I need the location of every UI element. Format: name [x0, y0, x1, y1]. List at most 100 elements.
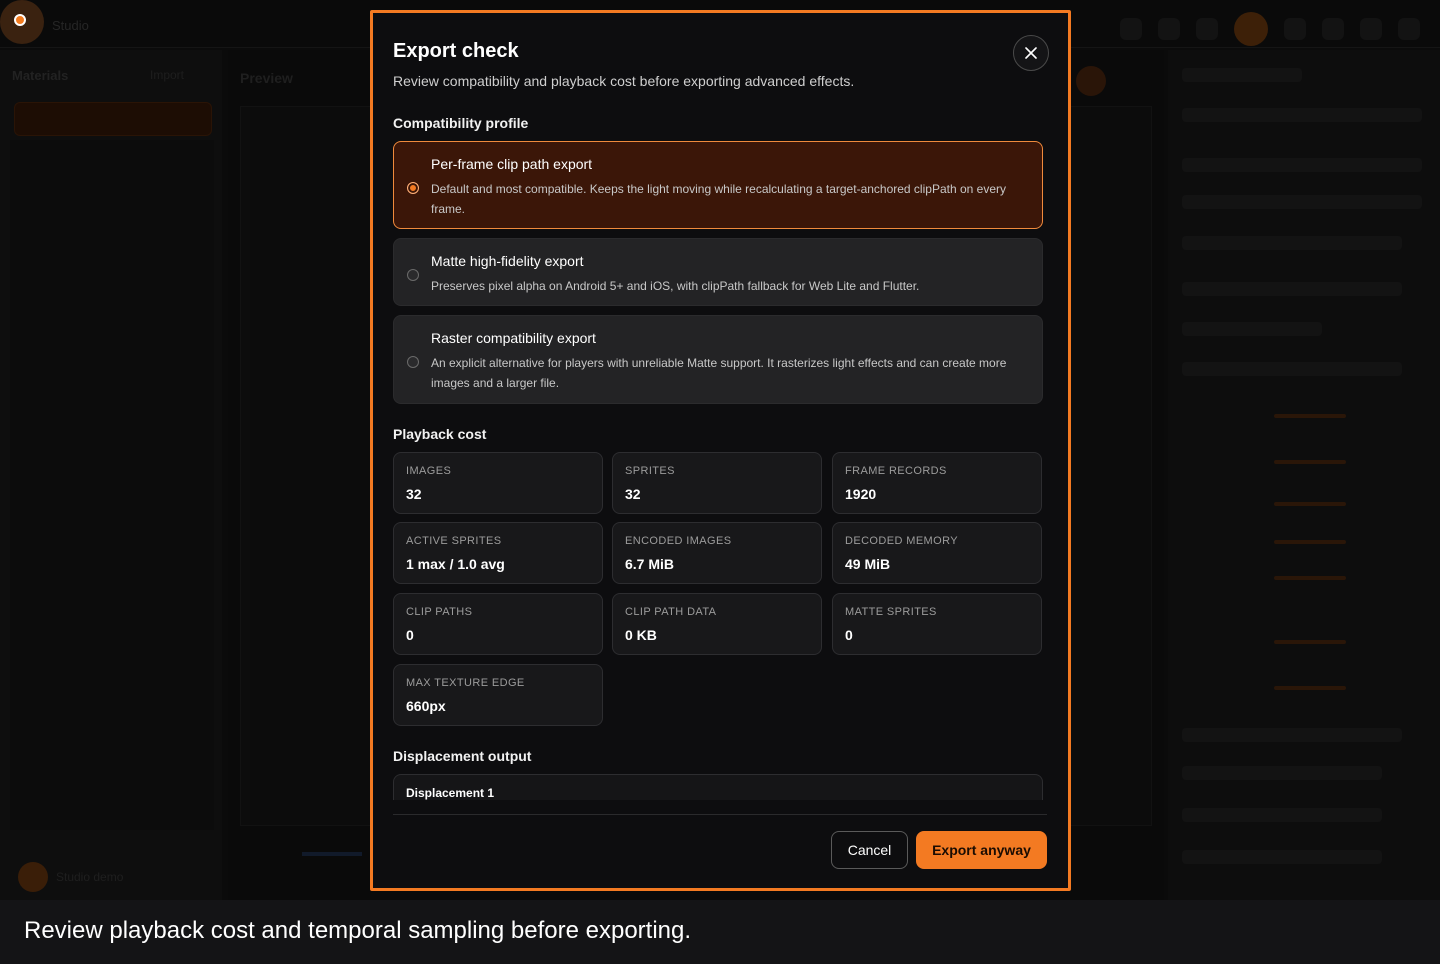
stat-label: CLIP PATHS [406, 606, 473, 618]
stat-label: IMAGES [406, 465, 452, 477]
materials-panel-title: Materials [12, 68, 69, 83]
stat-value: 6.7 MiB [625, 556, 675, 572]
properties-row [1182, 282, 1402, 296]
dialog-subtitle: Review compatibility and playback cost b… [393, 73, 855, 89]
stat-value: 1 max / 1.0 avg [406, 556, 505, 572]
option-description: Preserves pixel alpha on Android 5+ and … [431, 279, 920, 293]
close-button[interactable] [1013, 35, 1049, 71]
option-description: An explicit alternative for players with… [431, 356, 1007, 390]
radio-unselected[interactable] [407, 356, 419, 368]
stat-clip-paths: CLIP PATHS 0 [393, 593, 603, 655]
stat-label: ACTIVE SPRITES [406, 535, 502, 547]
properties-row [1182, 850, 1382, 864]
option-title: Per-frame clip path export [431, 156, 593, 172]
property-slider [1274, 540, 1346, 544]
option-matte-high-fidelity[interactable]: Matte high-fidelity export Preserves pix… [393, 238, 1043, 306]
stat-decoded-memory: DECODED MEMORY 49 MiB [832, 522, 1042, 584]
user-avatar [1234, 12, 1268, 46]
stat-label: CLIP PATH DATA [625, 606, 717, 618]
avatar [18, 862, 48, 892]
stat-max-texture-edge: MAX TEXTURE EDGE 660px [393, 664, 603, 726]
stat-label: FRAME RECORDS [845, 465, 947, 477]
displacement-item-title: Displacement 1 [406, 786, 495, 800]
stat-value: 49 MiB [845, 556, 891, 572]
caption-text: Review playback cost and temporal sampli… [24, 917, 692, 944]
stat-encoded-images: ENCODED IMAGES 6.7 MiB [612, 522, 822, 584]
properties-row [1182, 108, 1422, 122]
playback-cost-heading: Playback cost [393, 426, 487, 442]
dialog-title: Export check [393, 40, 519, 62]
stat-sprites: SPRITES 32 [612, 452, 822, 514]
stat-images: IMAGES 32 [393, 452, 603, 514]
stat-value: 0 [845, 627, 853, 643]
caption-bar: Review playback cost and temporal sampli… [0, 900, 1440, 964]
stat-label: ENCODED IMAGES [625, 535, 732, 547]
stat-label: DECODED MEMORY [845, 535, 958, 547]
option-description: Default and most compatible. Keeps the l… [431, 182, 1006, 216]
stat-active-sprites: ACTIVE SPRITES 1 max / 1.0 avg [393, 522, 603, 584]
radio-selected[interactable] [407, 182, 419, 194]
properties-row [1182, 766, 1382, 780]
app-toolbar-icons [1120, 12, 1420, 46]
materials-list [10, 140, 214, 830]
toolbar-icon [1398, 18, 1420, 40]
import-button: Import [150, 68, 185, 82]
export-anyway-button[interactable]: Export anyway [916, 831, 1047, 869]
toolbar-icon [1120, 18, 1142, 40]
stat-value: 0 [406, 627, 414, 643]
properties-row [1182, 322, 1322, 336]
toolbar-icon [1322, 18, 1344, 40]
property-slider [1274, 502, 1346, 506]
recording-dot-icon [14, 14, 26, 26]
stat-matte-sprites: MATTE SPRITES 0 [832, 593, 1042, 655]
stat-value: 1920 [845, 486, 877, 502]
cancel-button[interactable]: Cancel [831, 831, 908, 869]
user-name: Studio demo [56, 870, 124, 884]
app-title: Studio [52, 18, 89, 33]
properties-panel [1168, 50, 1440, 900]
materials-panel: Materials Import Studio demo [0, 50, 222, 900]
stat-clip-path-data: CLIP PATH DATA 0 KB [612, 593, 822, 655]
property-slider [1274, 460, 1346, 464]
stat-label: MAX TEXTURE EDGE [406, 677, 525, 689]
export-check-dialog: Export check Review compatibility and pl… [370, 10, 1071, 891]
properties-row [1182, 728, 1402, 742]
compatibility-heading: Compatibility profile [393, 115, 529, 131]
selected-material [14, 102, 212, 136]
property-slider [1274, 414, 1346, 418]
displacement-item: Displacement 1 [393, 774, 1043, 800]
stat-value: 32 [406, 486, 422, 502]
stat-frame-records: FRAME RECORDS 1920 [832, 452, 1042, 514]
toolbar-icon [1158, 18, 1180, 40]
stat-value: 0 KB [625, 627, 657, 643]
footer-divider [393, 814, 1047, 815]
stat-value: 660px [406, 698, 446, 714]
radio-unselected[interactable] [407, 269, 419, 281]
option-raster-compatibility[interactable]: Raster compatibility export An explicit … [393, 315, 1043, 404]
properties-row [1182, 362, 1402, 376]
app-logo [0, 0, 44, 44]
property-slider [1274, 576, 1346, 580]
property-slider [1274, 686, 1346, 690]
stat-label: SPRITES [625, 465, 675, 477]
properties-row [1182, 68, 1302, 82]
displacement-output-heading: Displacement output [393, 748, 532, 764]
timeline-progress [302, 852, 362, 856]
preview-title: Preview [240, 70, 293, 86]
user-footer: Studio demo [14, 856, 214, 892]
properties-row [1182, 236, 1402, 250]
record-icon [1076, 66, 1106, 96]
toolbar-icon [1196, 18, 1218, 40]
stat-label: MATTE SPRITES [845, 606, 937, 618]
option-title: Matte high-fidelity export [431, 253, 584, 269]
toolbar-icon [1284, 18, 1306, 40]
properties-row [1182, 158, 1422, 172]
property-slider [1274, 640, 1346, 644]
option-per-frame-clip-path[interactable]: Per-frame clip path export Default and m… [393, 141, 1043, 229]
option-title: Raster compatibility export [431, 330, 596, 346]
stat-value: 32 [625, 486, 641, 502]
properties-row [1182, 808, 1382, 822]
close-icon [1025, 47, 1037, 59]
toolbar-icon [1360, 18, 1382, 40]
properties-row [1182, 195, 1422, 209]
